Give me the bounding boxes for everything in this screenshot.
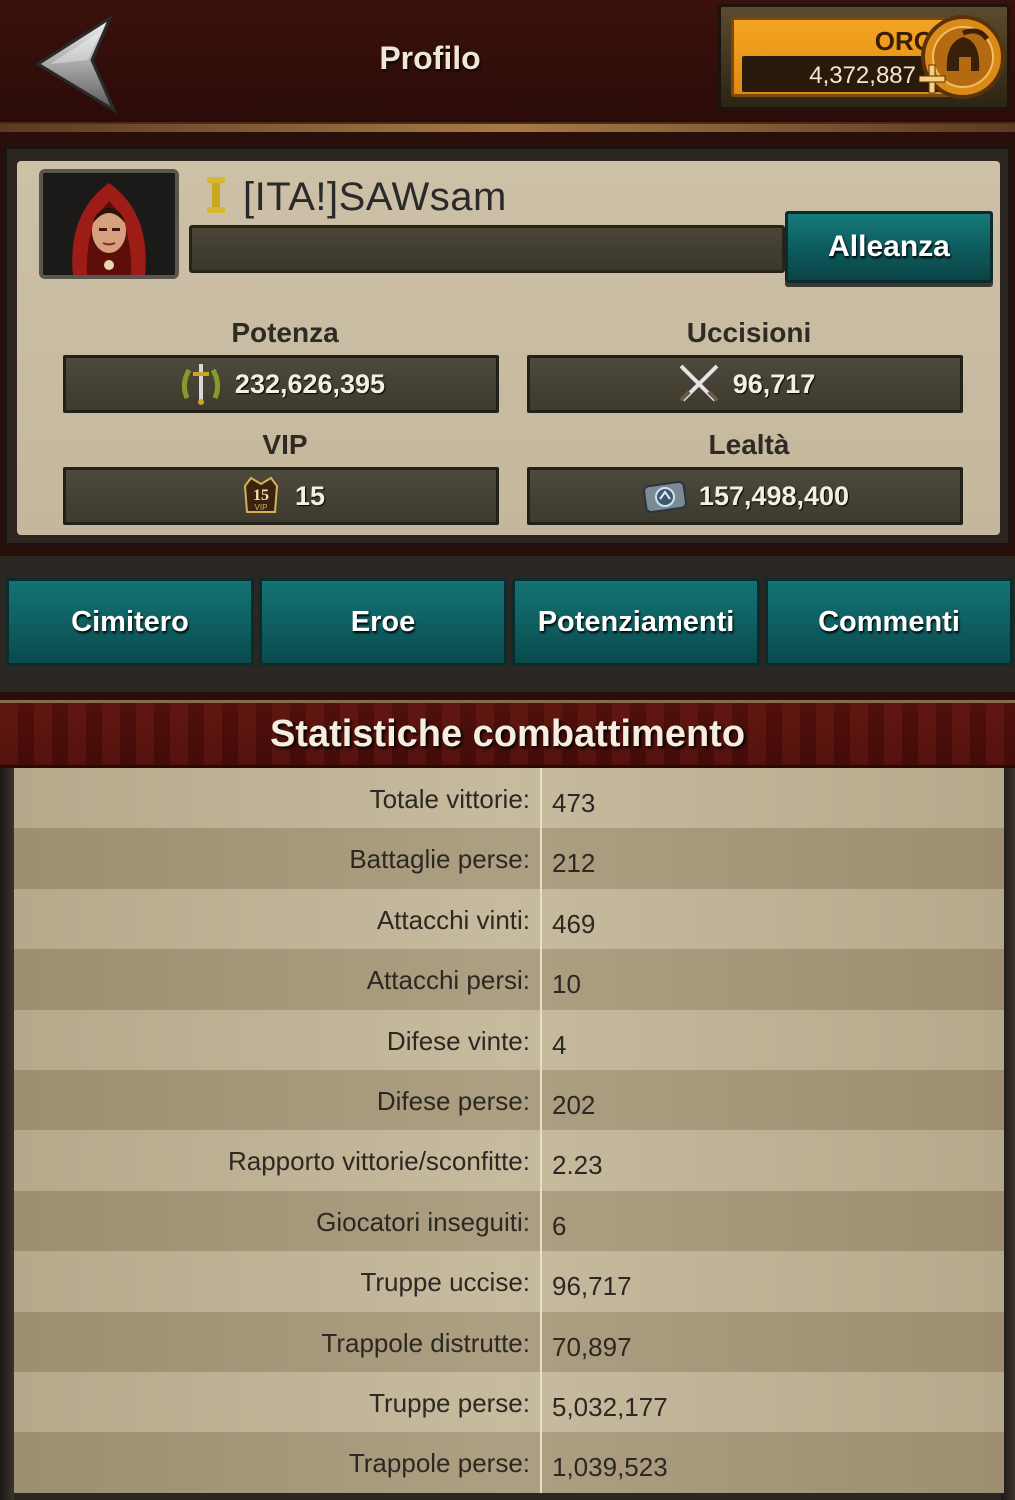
top-bar: Profilo ORO 4,372,887 — [0, 0, 1015, 132]
table-row: Truppe perse: 5,032,177 — [14, 1371, 1004, 1433]
table-row: Attacchi persi: 10 — [14, 949, 1004, 1010]
spartan-helmet-icon[interactable] — [918, 13, 1007, 101]
stat-name: Rapporto vittorie/sconfitte: — [227, 1146, 530, 1177]
table-row: Battaglie perse: 212 — [14, 828, 1004, 889]
kills-value: 96,717 — [732, 368, 816, 399]
alliance-name-bar — [189, 225, 785, 273]
vip-badge-number: 15 — [253, 487, 269, 504]
stat-value: 202 — [552, 1089, 596, 1120]
gold-value-bar: 4,372,887 — [742, 56, 942, 92]
profile-panel: [ITA!]SAWsam Alleanza Potenza 232,626,39… — [4, 146, 1011, 546]
laurel-sword-icon — [181, 364, 220, 405]
hooded-woman-avatar — [43, 173, 175, 275]
column-divider — [540, 1432, 542, 1493]
profile-tabs: Cimitero Eroe Potenziamenti Commenti — [0, 556, 1015, 692]
stat-name: Trappole perse: — [348, 1448, 530, 1479]
tab-eroe[interactable]: Eroe — [259, 578, 507, 666]
stat-value: 469 — [552, 908, 596, 939]
crossed-swords-icon — [679, 364, 719, 402]
gold-value: 4,372,887 — [809, 62, 916, 89]
avatar[interactable] — [39, 169, 179, 279]
column-divider — [540, 949, 542, 1010]
stat-value: 2.23 — [552, 1150, 603, 1181]
power-value: 232,626,395 — [234, 368, 386, 399]
column-divider — [540, 1190, 542, 1252]
kills-box: 96,717 — [527, 355, 963, 413]
table-row: Difese perse: 202 — [14, 1069, 1004, 1131]
stat-name: Difese perse: — [376, 1085, 530, 1116]
vip-box[interactable]: 15 VIP 15 — [63, 467, 499, 525]
stat-name: Battaglie perse: — [349, 844, 530, 875]
combat-stats-header: Statistiche combattimento — [0, 700, 1015, 768]
table-row: Attacchi vinti: 469 — [14, 888, 1004, 950]
stat-value: 4 — [552, 1029, 567, 1060]
stat-name: Attacchi vinti: — [376, 904, 530, 935]
loyalty-box: 157,498,400 — [527, 467, 963, 525]
player-name: [ITA!]SAWsam — [243, 175, 507, 219]
power-label: Potenza — [231, 317, 339, 348]
table-row: Rapporto vittorie/sconfitte: 2.23 — [14, 1130, 1004, 1191]
column-divider — [540, 828, 542, 889]
tab-potenziamenti[interactable]: Potenziamenti — [512, 578, 760, 666]
tab-commenti[interactable]: Commenti — [765, 578, 1013, 666]
stat-value: 96,717 — [552, 1271, 632, 1302]
back-button[interactable] — [30, 14, 130, 114]
column-divider — [540, 1130, 542, 1191]
column-divider — [540, 1251, 542, 1312]
profile-card: [ITA!]SAWsam Alleanza Potenza 232,626,39… — [17, 161, 1000, 535]
stat-value: 70,897 — [552, 1331, 632, 1362]
column-divider — [540, 1371, 542, 1433]
stat-name: Truppe perse: — [369, 1387, 530, 1418]
vip-badge-icon: 15 VIP — [243, 476, 278, 513]
stat-value: 6 — [552, 1210, 567, 1241]
table-row: Totale vittorie: 473 — [14, 768, 1004, 829]
stat-value: 473 — [552, 788, 596, 818]
loyalty-label: Lealtà — [708, 429, 790, 460]
stat-value: 10 — [552, 969, 581, 1000]
stat-value: 1,039,523 — [552, 1452, 668, 1483]
stat-name: Truppe uccise: — [360, 1267, 530, 1298]
stat-name: Trappole distrutte: — [321, 1327, 530, 1358]
combat-stats-panel: Totale vittorie: 473 Battaglie perse: 212 At… — [0, 768, 1015, 1500]
table-row: Trappole perse: 1,039,523 — [14, 1432, 1004, 1493]
column-divider — [540, 768, 542, 829]
table-row: Trappole distrutte: 70,897 — [14, 1311, 1004, 1372]
vip-label: VIP — [262, 429, 308, 460]
stat-value: 5,032,177 — [552, 1391, 668, 1422]
vip-badge-sub: VIP — [255, 503, 268, 512]
kills-label: Uccisioni — [686, 317, 812, 348]
rank-i-icon — [207, 177, 225, 213]
stat-value: 212 — [552, 848, 596, 879]
alliance-button[interactable]: Alleanza — [785, 211, 993, 283]
stat-name: Totale vittorie: — [369, 784, 530, 814]
column-divider — [540, 1009, 542, 1070]
loyalty-token-icon — [642, 480, 687, 514]
vip-value: 15 — [294, 480, 326, 511]
column-divider — [540, 1311, 542, 1372]
table-row: Giocatori inseguiti: 6 — [14, 1190, 1004, 1252]
frame-left-edge — [0, 768, 14, 1500]
loyalty-value: 157,498,400 — [698, 480, 850, 511]
table-row: Truppe uccise: 96,717 — [14, 1251, 1004, 1312]
table-row: Difese vinte: 4 — [14, 1009, 1004, 1070]
section-title: Statistiche combattimento — [269, 713, 746, 755]
page-title: Profilo — [379, 40, 481, 76]
stat-name: Attacchi persi: — [366, 965, 530, 996]
stat-name: Difese vinte: — [386, 1025, 530, 1056]
stat-name: Giocatori inseguiti: — [316, 1206, 530, 1237]
power-box: 232,626,395 — [63, 355, 499, 413]
tab-cimitero[interactable]: Cimitero — [6, 578, 254, 666]
column-divider — [540, 1069, 542, 1131]
column-divider — [540, 888, 542, 950]
back-arrow-icon — [35, 14, 118, 114]
gold-currency-panel[interactable]: ORO 4,372,887 — [718, 4, 1010, 110]
combat-stats-table: Totale vittorie: 473 Battaglie perse: 212 At… — [14, 768, 1004, 1493]
